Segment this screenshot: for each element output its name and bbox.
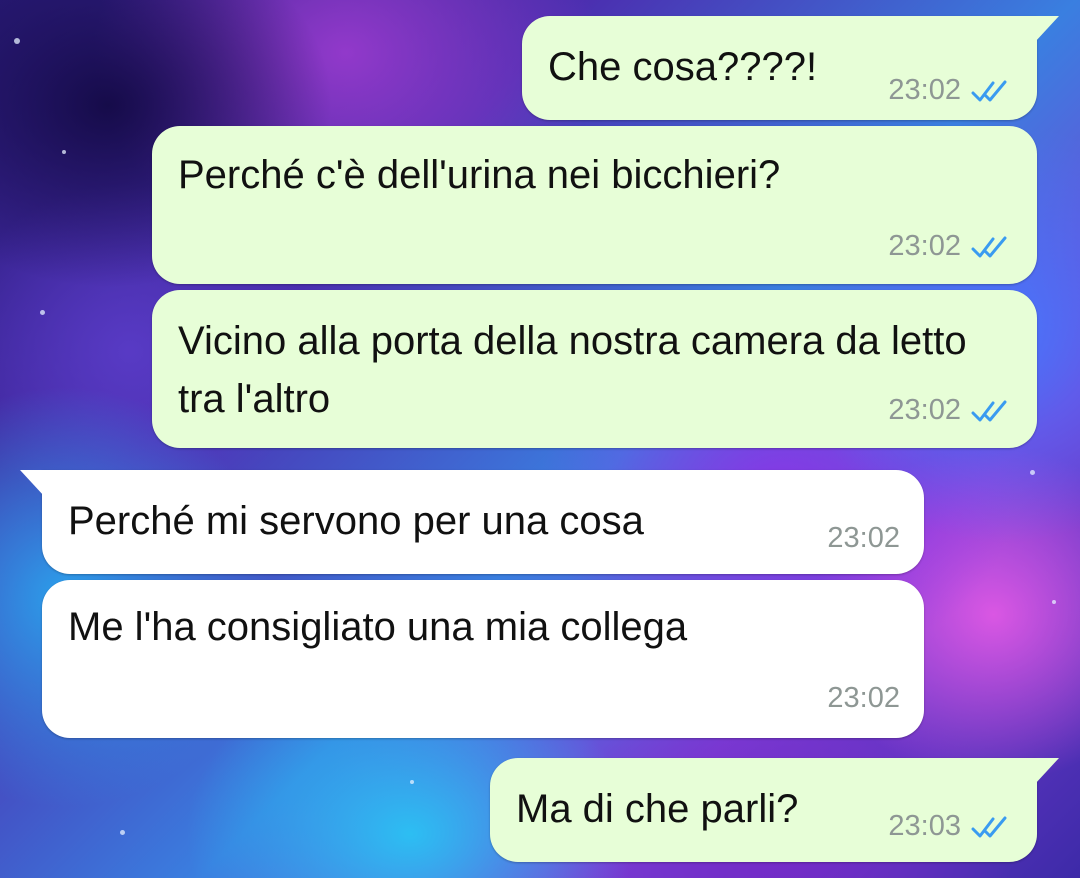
message-time: 23:02 [888, 230, 961, 262]
message-meta: 23:02 [827, 522, 900, 555]
double-check-icon [971, 816, 1007, 837]
message-time: 23:02 [888, 74, 961, 106]
message-meta: 23:02 [888, 74, 1015, 107]
message-text: Vicino alla porta della nostra camera da… [178, 319, 967, 421]
message-bubble-outgoing[interactable]: Ma di che parli? 23:03 [490, 758, 1059, 862]
message-meta: 23:02 [827, 682, 900, 715]
message-bubble-outgoing[interactable]: Perché c'è dell'urina nei bicchieri? 23:… [152, 126, 1037, 284]
double-check-icon [971, 80, 1007, 101]
message-bubble-outgoing[interactable]: Vicino alla porta della nostra camera da… [152, 290, 1037, 448]
message-text: Perché c'è dell'urina nei bicchieri? [178, 153, 781, 197]
message-text: Che cosa????! [548, 45, 818, 89]
message-time: 23:02 [827, 522, 900, 554]
message-text: Me l'ha consigliato una mia collega [68, 605, 688, 649]
message-text: Ma di che parli? [516, 787, 799, 831]
message-meta: 23:03 [888, 810, 1015, 843]
message-meta: 23:02 [888, 230, 1015, 263]
message-bubble-outgoing[interactable]: Che cosa????! 23:02 [522, 16, 1059, 120]
message-bubble-incoming[interactable]: Perché mi servono per una cosa 23:02 [20, 470, 924, 574]
message-bubble-incoming[interactable]: Me l'ha consigliato una mia collega 23:0… [42, 580, 924, 738]
double-check-icon [971, 236, 1007, 257]
message-time: 23:03 [888, 810, 961, 842]
message-time: 23:02 [888, 394, 961, 426]
message-text: Perché mi servono per una cosa [68, 499, 644, 543]
message-time: 23:02 [827, 682, 900, 714]
message-meta: 23:02 [888, 394, 1015, 427]
double-check-icon [971, 400, 1007, 421]
